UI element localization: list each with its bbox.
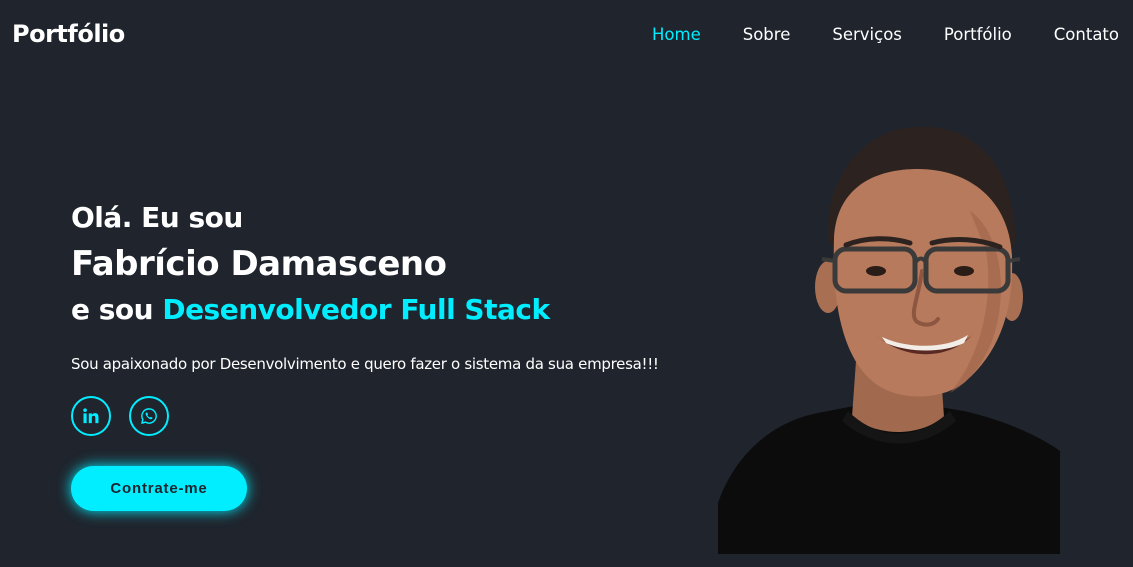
nav-servicos[interactable]: Serviços bbox=[832, 25, 902, 44]
nav-sobre[interactable]: Sobre bbox=[743, 25, 791, 44]
hire-me-button[interactable]: Contrate-me bbox=[71, 466, 247, 511]
nav-portfolio[interactable]: Portfólio bbox=[944, 25, 1012, 44]
nav-home[interactable]: Home bbox=[652, 25, 701, 44]
page: Portfólio Home Sobre Serviços Portfólio … bbox=[0, 0, 1133, 567]
whatsapp-link[interactable] bbox=[129, 396, 169, 436]
main-nav: Home Sobre Serviços Portfólio Contato bbox=[610, 25, 1119, 44]
profile-photo bbox=[718, 121, 1060, 554]
hero-role-prefix: e sou bbox=[71, 293, 163, 326]
hero-role: Desenvolvedor Full Stack bbox=[162, 293, 550, 326]
social-links bbox=[71, 396, 731, 436]
hero-section: Olá. Eu sou Fabrício Damasceno e sou Des… bbox=[71, 198, 731, 511]
logo[interactable]: Portfólio bbox=[12, 20, 125, 48]
hero-name: Fabrício Damasceno bbox=[71, 244, 447, 284]
linkedin-link[interactable] bbox=[71, 396, 111, 436]
whatsapp-icon bbox=[140, 407, 158, 425]
hero-greeting: Olá. Eu sou bbox=[71, 201, 243, 234]
linkedin-icon bbox=[82, 407, 100, 425]
hero-role-line: e sou Desenvolvedor Full Stack bbox=[71, 290, 731, 330]
header: Portfólio Home Sobre Serviços Portfólio … bbox=[0, 0, 1133, 74]
nav-contato[interactable]: Contato bbox=[1054, 25, 1119, 44]
hero-description: Sou apaixonado por Desenvolvimento e que… bbox=[71, 355, 659, 373]
